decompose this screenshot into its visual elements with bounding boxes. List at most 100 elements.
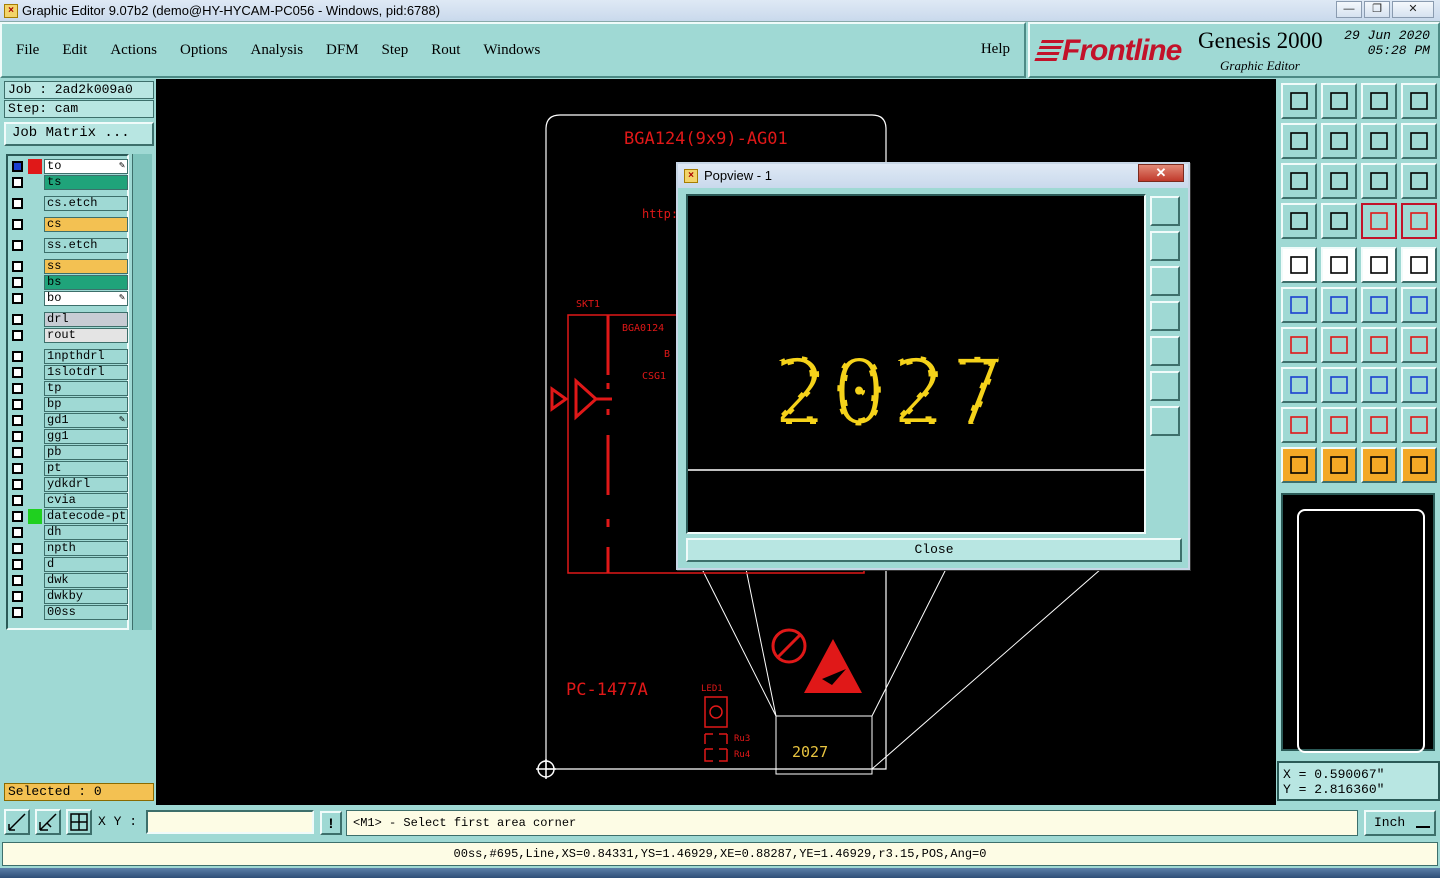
- layer-checkbox[interactable]: [12, 367, 23, 378]
- undo-icon[interactable]: [1361, 123, 1397, 159]
- layer-checkbox[interactable]: [12, 591, 23, 602]
- layer-checkbox[interactable]: [12, 277, 23, 288]
- layer-checkbox[interactable]: [12, 575, 23, 586]
- layer-checkbox[interactable]: [12, 511, 23, 522]
- menu-edit[interactable]: Edit: [56, 42, 87, 59]
- menu-file[interactable]: File: [10, 42, 39, 59]
- snap-icon[interactable]: [4, 809, 30, 835]
- redo-icon[interactable]: [1401, 123, 1437, 159]
- maximize-button[interactable]: ❐: [1364, 1, 1390, 18]
- layer-checkbox[interactable]: [12, 415, 23, 426]
- layer-checkbox[interactable]: [12, 219, 23, 230]
- pad-icon[interactable]: [1281, 247, 1317, 283]
- grid-icon[interactable]: [1321, 203, 1357, 239]
- popview-zoom-window-icon[interactable]: [1150, 196, 1180, 226]
- layers-red-icon[interactable]: [1361, 203, 1397, 239]
- xy-input[interactable]: [146, 810, 314, 834]
- scale-1-2-icon[interactable]: [1361, 163, 1397, 199]
- connect-icon[interactable]: [1361, 287, 1397, 323]
- layer-row-gd1[interactable]: gd1 ✎: [10, 413, 128, 428]
- popview-zoom-out-icon[interactable]: [1150, 371, 1180, 401]
- line-icon[interactable]: [1321, 327, 1357, 363]
- export-icon[interactable]: [1321, 123, 1357, 159]
- layer-scrollbar[interactable]: [132, 154, 152, 630]
- layer-row-to[interactable]: to ✎: [10, 159, 128, 174]
- layer-checkbox[interactable]: [12, 261, 23, 272]
- popview-pan-left-icon[interactable]: [1150, 301, 1180, 331]
- menu-options[interactable]: Options: [174, 42, 228, 59]
- help-icon[interactable]: [1401, 163, 1437, 199]
- layer-row-dwk[interactable]: dwk: [10, 573, 128, 588]
- layer-row-dh[interactable]: dh: [10, 525, 128, 540]
- layer-checkbox[interactable]: [12, 447, 23, 458]
- menu-windows[interactable]: Windows: [477, 42, 540, 59]
- grid-snap-icon[interactable]: [66, 809, 92, 835]
- layer-checkbox[interactable]: [12, 479, 23, 490]
- layer-checkbox[interactable]: [12, 431, 23, 442]
- menu-actions[interactable]: Actions: [104, 42, 157, 59]
- connect-2-icon[interactable]: [1401, 287, 1437, 323]
- popview-pan-down-icon[interactable]: [1150, 266, 1180, 296]
- measure-icon[interactable]: [35, 809, 61, 835]
- menu-dfm[interactable]: DFM: [320, 42, 359, 59]
- net-icon[interactable]: [1281, 287, 1317, 323]
- layer-row-cs-etch[interactable]: cs.etch: [10, 196, 128, 211]
- layer-checkbox[interactable]: [12, 293, 23, 304]
- arc-icon[interactable]: [1361, 327, 1397, 363]
- layer-checkbox[interactable]: [12, 607, 23, 618]
- copy-icon[interactable]: [1401, 367, 1437, 403]
- layer-checkbox[interactable]: [12, 351, 23, 362]
- layer-row-dwkby[interactable]: dwkby: [10, 589, 128, 604]
- layer-row-bs[interactable]: bs: [10, 275, 128, 290]
- import-icon[interactable]: [1281, 123, 1317, 159]
- layer-row-ss[interactable]: ss: [10, 259, 128, 274]
- text-a-3-icon[interactable]: [1401, 407, 1437, 443]
- layer-checkbox[interactable]: [12, 399, 23, 410]
- menu-help[interactable]: Help: [981, 41, 1010, 58]
- overview-map[interactable]: [1281, 493, 1435, 753]
- layer-checkbox[interactable]: [12, 240, 23, 251]
- layer-row-rout[interactable]: rout: [10, 328, 128, 343]
- layer-checkbox[interactable]: [12, 543, 23, 554]
- move-icon[interactable]: [1281, 367, 1317, 403]
- layer-row-d[interactable]: d: [10, 557, 128, 572]
- menu-step[interactable]: Step: [376, 42, 409, 59]
- ruler-icon[interactable]: [1361, 247, 1397, 283]
- split-view-icon[interactable]: [1401, 83, 1437, 119]
- popview-close-x-button[interactable]: ✕: [1138, 164, 1184, 182]
- cross-icon[interactable]: [1321, 287, 1357, 323]
- minimize-button[interactable]: —: [1336, 1, 1362, 18]
- layer-row-cs[interactable]: cs: [10, 217, 128, 232]
- menu-rout[interactable]: Rout: [425, 42, 460, 59]
- layer-checkbox[interactable]: [12, 330, 23, 341]
- layer-checkbox[interactable]: [12, 198, 23, 209]
- dimension-icon[interactable]: [1361, 367, 1397, 403]
- layer-row-pb[interactable]: pb: [10, 445, 128, 460]
- align-icon[interactable]: [1401, 327, 1437, 363]
- tool-settings-icon[interactable]: [1281, 203, 1317, 239]
- zoom-fit-icon[interactable]: [1281, 163, 1317, 199]
- text-a-icon[interactable]: [1321, 407, 1357, 443]
- popview-screen[interactable]: 2027: [686, 194, 1146, 534]
- layer-row-ts[interactable]: ts: [10, 175, 128, 190]
- layer-row-ss-etch[interactable]: ss.etch: [10, 238, 128, 253]
- layer-row-00ss[interactable]: 00ss: [10, 605, 128, 620]
- layers-red-2-icon[interactable]: [1401, 203, 1437, 239]
- layer-checkbox[interactable]: [12, 314, 23, 325]
- layer-row-tp[interactable]: tp: [10, 381, 128, 396]
- angle-icon[interactable]: [1281, 327, 1317, 363]
- exclamation-button[interactable]: !: [320, 811, 342, 835]
- select-box-icon[interactable]: [1321, 447, 1357, 483]
- save-icon[interactable]: [1321, 83, 1357, 119]
- popview-zoom-in-icon[interactable]: [1150, 406, 1180, 436]
- popview-pan-up-icon[interactable]: [1150, 231, 1180, 261]
- select-circle-icon[interactable]: [1361, 447, 1397, 483]
- text-a-2-icon[interactable]: [1361, 407, 1397, 443]
- layer-row-1npthdrl[interactable]: 1npthdrl: [10, 349, 128, 364]
- units-select[interactable]: Inch: [1364, 810, 1436, 836]
- popview-pan-right-icon[interactable]: [1150, 336, 1180, 366]
- layer-checkbox[interactable]: [12, 495, 23, 506]
- line-draw-icon[interactable]: [1321, 247, 1357, 283]
- layer-row-bo[interactable]: bo ✎: [10, 291, 128, 306]
- select-icon[interactable]: [1281, 447, 1317, 483]
